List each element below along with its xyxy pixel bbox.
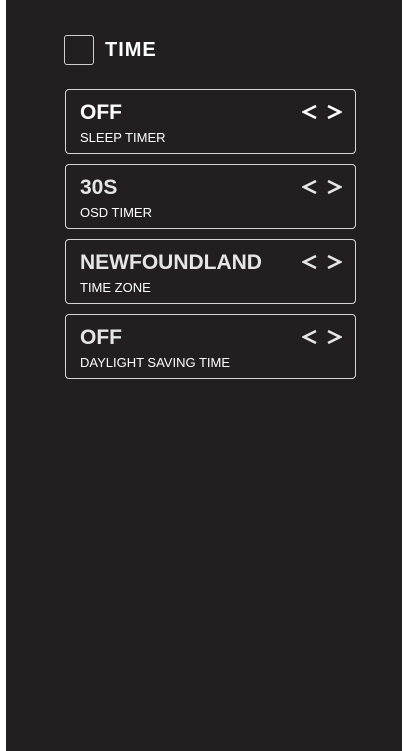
setting-value: OFF bbox=[80, 326, 122, 349]
chevron-left-icon[interactable] bbox=[302, 326, 318, 348]
arrow-controls bbox=[302, 101, 342, 123]
arrow-controls bbox=[302, 251, 342, 273]
page-title: TIME bbox=[105, 38, 157, 61]
setting-value: NEWFOUNDLAND bbox=[80, 251, 262, 274]
setting-value: 30S bbox=[80, 176, 118, 199]
setting-sleep-timer[interactable]: OFF SLEEP TIMER bbox=[65, 89, 356, 154]
chevron-right-icon[interactable] bbox=[326, 251, 342, 273]
setting-label: DAYLIGHT SAVING TIME bbox=[80, 355, 231, 370]
chevron-left-icon[interactable] bbox=[302, 101, 318, 123]
time-settings-screen: TIME OFF SLEEP TIMER 30S OSD TIMER NEWFO… bbox=[6, 0, 402, 751]
page-header: TIME bbox=[64, 33, 157, 67]
chevron-left-icon[interactable] bbox=[302, 251, 318, 273]
chevron-right-icon[interactable] bbox=[326, 101, 342, 123]
chevron-left-icon[interactable] bbox=[302, 176, 318, 198]
chevron-right-icon[interactable] bbox=[326, 326, 342, 348]
setting-value: OFF bbox=[80, 101, 122, 124]
chevron-right-icon[interactable] bbox=[326, 176, 342, 198]
setting-time-zone[interactable]: NEWFOUNDLAND TIME ZONE bbox=[65, 239, 356, 304]
arrow-controls bbox=[302, 326, 342, 348]
settings-list: OFF SLEEP TIMER 30S OSD TIMER NEWFOUNDLA… bbox=[65, 89, 356, 389]
arrow-controls bbox=[302, 176, 342, 198]
setting-daylight-saving-time[interactable]: OFF DAYLIGHT SAVING TIME bbox=[65, 314, 356, 379]
checkbox-square-icon[interactable] bbox=[64, 35, 94, 65]
setting-label: SLEEP TIMER bbox=[80, 130, 166, 145]
setting-label: OSD TIMER bbox=[80, 205, 152, 220]
setting-label: TIME ZONE bbox=[80, 280, 151, 295]
setting-osd-timer[interactable]: 30S OSD TIMER bbox=[65, 164, 356, 229]
